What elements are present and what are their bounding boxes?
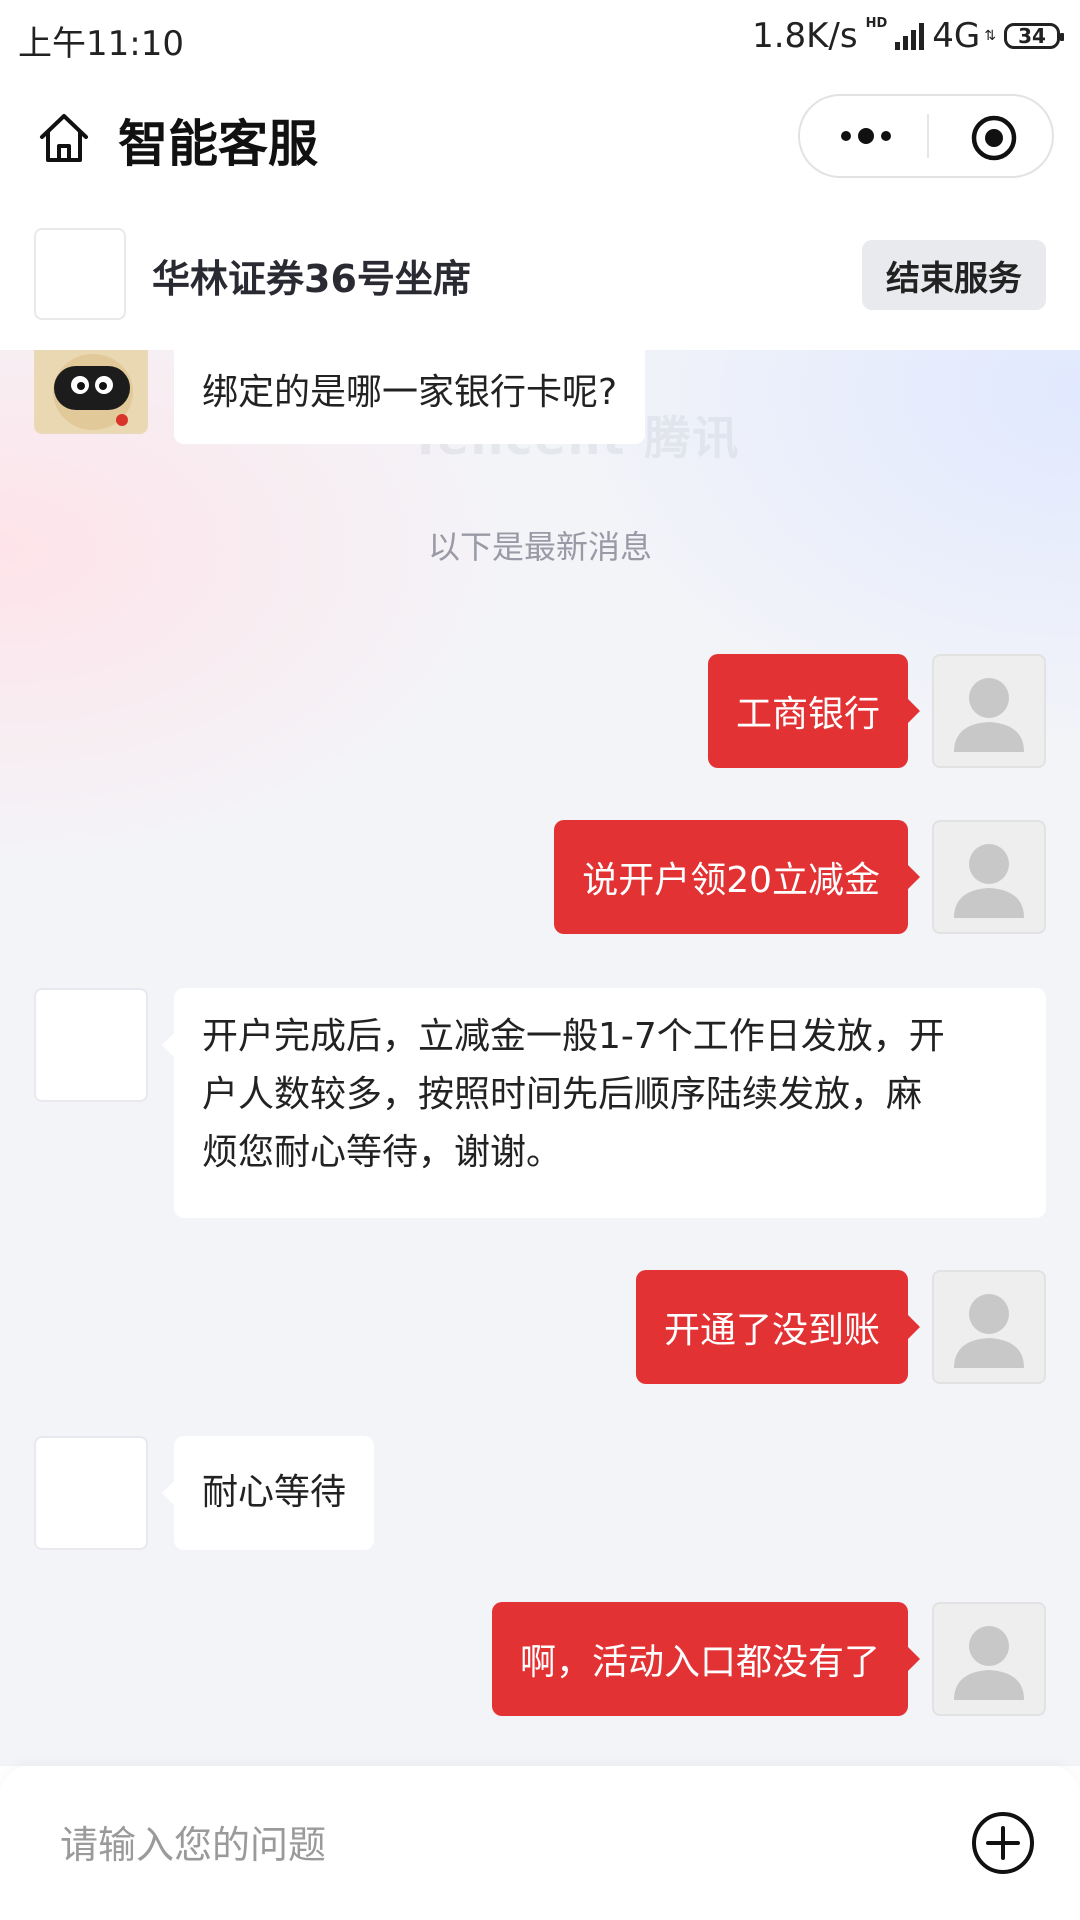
agent-avatar: [34, 228, 126, 320]
status-bar: 上午11:10 1.8K/s HD 4G ⇅ 34: [0, 0, 1080, 74]
mini-program-capsule: [798, 94, 1054, 178]
question-input[interactable]: [58, 1812, 922, 1878]
page-title: 智能客服: [118, 115, 318, 173]
message-bubble: 耐心等待: [161, 1436, 375, 1550]
agent-avatar: [34, 988, 148, 1102]
chat-message-right: 开通了没到账: [0, 1270, 1080, 1384]
capsule-divider: [927, 114, 929, 158]
message-bubble: 开户完成后，立减金一般1-7个工作日发放，开 户人数较多，按照时间先后顺序陆续发…: [162, 988, 1046, 1218]
signal-icon: [895, 22, 925, 50]
message-bubble: 工商银行: [707, 654, 921, 768]
data-arrows-icon: ⇅: [984, 28, 996, 44]
plus-icon[interactable]: [970, 1810, 1036, 1876]
chat-message-right: 工商银行: [0, 654, 1080, 768]
message-bubble: 啊，活动入口都没有了: [491, 1602, 921, 1716]
user-avatar-icon: [954, 844, 1024, 918]
chat-message-left: 耐心等待: [0, 1436, 1080, 1550]
chat-message-right: 说开户领20立减金: [0, 820, 1080, 934]
chat-message-left: 开户完成后，立减金一般1-7个工作日发放，开 户人数较多，按照时间先后顺序陆续发…: [0, 988, 1080, 1218]
user-avatar: [932, 1602, 1046, 1716]
user-avatar: [932, 654, 1046, 768]
nav-bar: 智能客服: [0, 74, 1080, 202]
message-line: 烦您耐心等待，谢谢。: [202, 1132, 563, 1173]
new-messages-divider: 以下是最新消息: [427, 528, 652, 566]
input-bar: [0, 1766, 1080, 1920]
network-type: 4G: [932, 16, 981, 56]
user-avatar-icon: [954, 1626, 1024, 1700]
user-avatar: [932, 1270, 1046, 1384]
home-icon[interactable]: [36, 110, 92, 166]
agent-avatar: [34, 1436, 148, 1550]
robot-avatar: [34, 350, 148, 434]
message-bubble: 说开户领20立减金: [554, 820, 920, 934]
net-speed: 1.8K/s: [752, 16, 858, 56]
battery-icon: 34: [1004, 23, 1064, 49]
message-bubble: 绑定的是哪一家银行卡呢?: [174, 350, 646, 444]
target-icon[interactable]: [970, 114, 1018, 162]
hd-indicator: HD: [865, 16, 888, 31]
agent-name: 华林证券36号坐席: [152, 257, 471, 301]
more-icon[interactable]: [838, 116, 894, 156]
user-avatar-icon: [954, 1294, 1024, 1368]
user-avatar-icon: [954, 678, 1024, 752]
robot-avatar-icon: [36, 350, 146, 432]
status-time: 上午11:10: [18, 24, 184, 64]
message-line: 户人数较多，按照时间先后顺序陆续发放，麻: [202, 1074, 923, 1115]
message-bubble: 开通了没到账: [635, 1270, 921, 1384]
chat-message-left: 绑定的是哪一家银行卡呢?: [0, 350, 1080, 444]
chat-area[interactable]: Tencent 腾讯 绑定的是哪一家银行卡呢? 以下是最新消息 工商银行: [0, 350, 1080, 1766]
user-avatar: [932, 820, 1046, 934]
end-service-button[interactable]: 结束服务: [862, 240, 1046, 310]
agent-bar: 华林证券36号坐席 结束服务: [0, 202, 1080, 350]
chat-message-right: 啊，活动入口都没有了: [0, 1602, 1080, 1716]
message-line: 开户完成后，立减金一般1-7个工作日发放，开: [202, 1016, 945, 1057]
status-right: 1.8K/s HD 4G ⇅ 34: [752, 16, 1064, 56]
